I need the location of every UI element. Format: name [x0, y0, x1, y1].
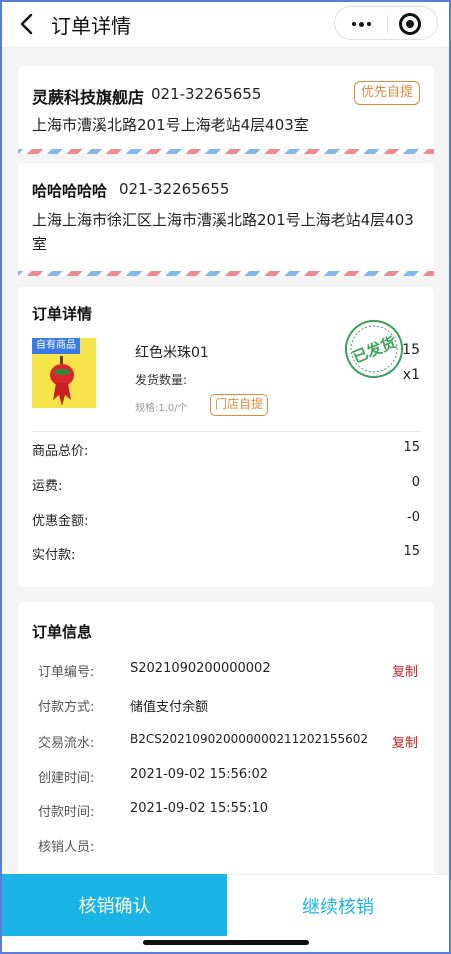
- capsule-divider: [387, 15, 388, 33]
- shipping-qty-label: 发货数量:: [135, 373, 188, 387]
- airmail-border: [18, 271, 434, 276]
- store-phone: 021-32265655: [151, 85, 262, 103]
- section-title-order-detail: 订单详情: [32, 305, 93, 323]
- summary-label: 优惠金额:: [32, 514, 89, 529]
- airmail-border: [18, 149, 434, 154]
- info-row-order-number: 订单编号: S2021090200000002 复制: [38, 661, 418, 681]
- summary-value: 15: [403, 544, 420, 559]
- summary-label: 实付款:: [32, 548, 76, 563]
- info-value: S2021090200000002: [130, 661, 271, 676]
- info-row-payment-method: 付款方式: 储值支付余额: [38, 696, 418, 716]
- summary-row: 商品总价: 15: [32, 440, 420, 460]
- mini-program-capsule: [334, 6, 438, 40]
- top-navbar: 订单详情: [0, 0, 451, 48]
- order-info-card: 订单信息 订单编号: S2021090200000002 复制 付款方式: 储值…: [18, 602, 434, 892]
- summary-row: 运费: 0: [32, 475, 420, 495]
- verify-confirm-button[interactable]: 核销确认: [2, 874, 227, 936]
- summary-label: 运费:: [32, 479, 63, 494]
- product-thumbnail[interactable]: 自有商品: [32, 338, 96, 408]
- continue-verify-button[interactable]: 继续核销: [227, 874, 449, 936]
- info-value: 2021-09-02 15:56:02: [130, 767, 269, 782]
- chevron-left-icon[interactable]: [14, 11, 38, 37]
- section-title-order-info: 订单信息: [32, 623, 93, 641]
- store-card: 灵蕨科技旗舰店 021-32265655 优先自提 上海市漕溪北路201号上海老…: [18, 66, 434, 154]
- order-detail-card: 订单详情 自有商品 红色米珠01 发货数量: 规格:1.0/个 门店自提 15 …: [18, 287, 434, 587]
- info-label: 核销人员:: [38, 840, 95, 855]
- home-indicator[interactable]: [143, 940, 309, 945]
- store-address: 上海市漕溪北路201号上海老站4层403室: [32, 116, 309, 134]
- info-row-verifier: 核销人员:: [38, 836, 418, 856]
- store-pickup-badge: 门店自提: [210, 394, 269, 416]
- product-image: [50, 356, 74, 406]
- summary-value: -0: [407, 510, 420, 525]
- customer-name: 哈哈哈哈哈: [32, 182, 108, 200]
- summary-label: 商品总价:: [32, 444, 89, 459]
- customer-card: 哈哈哈哈哈 021-32265655 上海上海市徐汇区上海市漕溪北路201号上海…: [18, 163, 434, 276]
- info-value: 2021-09-02 15:55:10: [130, 801, 269, 816]
- info-label: 付款方式:: [38, 700, 95, 715]
- target-circle-icon[interactable]: [399, 13, 421, 35]
- summary-row: 实付款: 15: [32, 544, 420, 564]
- info-label: 交易流水:: [38, 736, 95, 751]
- copy-transaction-button[interactable]: 复制: [392, 732, 418, 751]
- more-dots-icon[interactable]: [343, 11, 379, 37]
- summary-value: 15: [403, 440, 420, 455]
- product-count: x1: [402, 367, 420, 383]
- info-row-created-time: 创建时间: 2021-09-02 15:56:02: [38, 767, 418, 787]
- info-label: 订单编号:: [38, 665, 95, 680]
- info-row-transaction: 交易流水: B2CS20210902000000021120215560​2 复…: [38, 732, 418, 752]
- shipped-stamp: 已发货: [345, 320, 403, 378]
- summary-value: 0: [411, 475, 420, 490]
- info-value: 储值支付余额: [130, 700, 209, 715]
- copy-order-number-button[interactable]: 复制: [392, 661, 418, 680]
- customer-phone: 021-32265655: [119, 180, 230, 198]
- info-row-paid-time: 付款时间: 2021-09-02 15:55:10: [38, 801, 418, 821]
- info-label: 创建时间:: [38, 771, 95, 786]
- own-product-badge: 自有商品: [32, 338, 80, 354]
- product-name: 红色米珠01: [135, 345, 209, 361]
- page-title: 订单详情: [51, 14, 131, 38]
- divider: [32, 431, 420, 432]
- summary-row: 优惠金额: -0: [32, 510, 420, 530]
- info-value: B2CS20210902000000021120215560​2: [130, 732, 369, 746]
- info-label: 付款时间:: [38, 805, 95, 820]
- stamp-text: 已发货: [350, 333, 398, 367]
- customer-address: 上海上海市徐汇区上海市漕溪北路201号上海老站4层403室: [32, 211, 414, 253]
- product-spec: 规格:1.0/个: [135, 403, 188, 414]
- store-name: 灵蕨科技旗舰店: [32, 88, 145, 107]
- priority-pickup-badge: 优先自提: [353, 81, 420, 105]
